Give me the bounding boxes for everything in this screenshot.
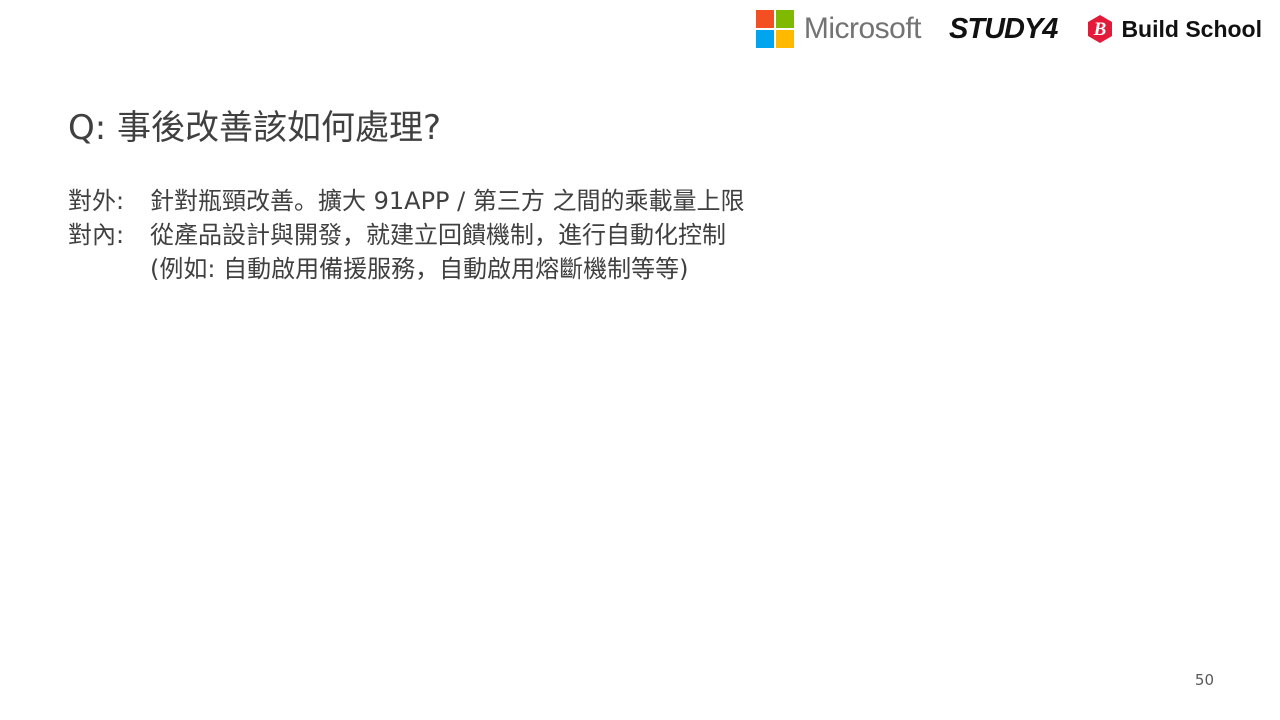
item-content: 從產品設計與開發，就建立回饋機制，進行自動化控制 (例如: 自動啟用備援服務，自… — [150, 218, 726, 286]
item-line: 從產品設計與開發，就建立回饋機制，進行自動化控制 — [150, 221, 726, 249]
study4-logo: STUDY4 — [949, 12, 1058, 46]
build-school-logo: B Build School — [1085, 14, 1262, 44]
item-line: (例如: 自動啟用備援服務，自動啟用熔斷機制等等) — [150, 255, 689, 283]
item-line: 針對瓶頸改善。擴大 91APP / 第三方 之間的乘載量上限 — [150, 187, 745, 215]
study4-wordmark: STUDY4 — [949, 12, 1058, 45]
microsoft-logo: Microsoft — [755, 10, 922, 48]
ms-square-yellow — [775, 30, 794, 48]
build-school-b-icon: B — [1088, 15, 1113, 43]
slide-title: Q: 事後改善該如何處理? — [68, 108, 442, 148]
build-school-wordmark: Build School — [1121, 15, 1262, 42]
item-content: 針對瓶頸改善。擴大 91APP / 第三方 之間的乘載量上限 — [150, 184, 745, 218]
ms-square-green — [775, 10, 794, 28]
page-number: 50 — [1194, 671, 1214, 689]
ms-square-red — [755, 10, 774, 28]
item-label: 對內: — [68, 221, 125, 249]
slide-body: 對外: 針對瓶頸改善。擴大 91APP / 第三方 之間的乘載量上限 對內: 從… — [68, 184, 745, 286]
item-label: 對外: — [68, 187, 125, 215]
list-item-internal: 對內: 從產品設計與開發，就建立回饋機制，進行自動化控制 (例如: 自動啟用備援… — [68, 218, 745, 286]
microsoft-grid-icon — [755, 10, 794, 48]
svg-text:B: B — [1093, 19, 1107, 40]
ms-square-blue — [755, 30, 774, 48]
list-item-external: 對外: 針對瓶頸改善。擴大 91APP / 第三方 之間的乘載量上限 — [68, 184, 745, 218]
logo-bar: Microsoft STUDY4 B Build School — [755, 8, 1262, 50]
microsoft-wordmark: Microsoft — [803, 12, 922, 45]
